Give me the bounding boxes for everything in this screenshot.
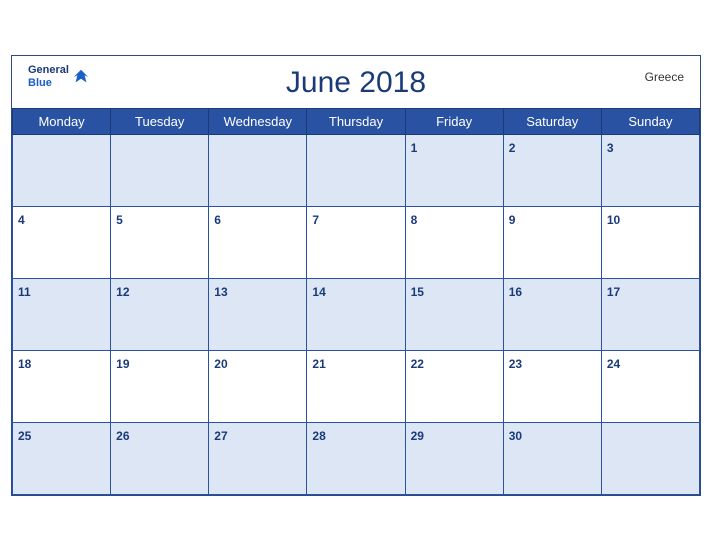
day-30: 30 <box>503 422 601 494</box>
day-number-15: 15 <box>411 285 424 299</box>
day-number-27: 27 <box>214 429 227 443</box>
logo-blue: Blue <box>28 77 52 89</box>
days-header-row: Monday Tuesday Wednesday Thursday Friday… <box>13 108 700 134</box>
day-number-30: 30 <box>509 429 522 443</box>
day-number-18: 18 <box>18 357 31 371</box>
day-7: 7 <box>307 206 405 278</box>
day-number-8: 8 <box>411 213 418 227</box>
header-monday: Monday <box>13 108 111 134</box>
header-sunday: Sunday <box>601 108 699 134</box>
day-number-16: 16 <box>509 285 522 299</box>
day-number-6: 6 <box>214 213 221 227</box>
day-number-23: 23 <box>509 357 522 371</box>
day-6: 6 <box>209 206 307 278</box>
empty-day <box>209 134 307 206</box>
calendar-header: General Blue June 2018 Greece <box>12 56 700 108</box>
day-25: 25 <box>13 422 111 494</box>
day-number-29: 29 <box>411 429 424 443</box>
day-21: 21 <box>307 350 405 422</box>
logo-general: General <box>28 64 69 76</box>
header-wednesday: Wednesday <box>209 108 307 134</box>
day-number-21: 21 <box>312 357 325 371</box>
logo: General Blue <box>28 64 90 90</box>
day-number-9: 9 <box>509 213 516 227</box>
day-11: 11 <box>13 278 111 350</box>
day-15: 15 <box>405 278 503 350</box>
empty-day <box>601 422 699 494</box>
day-number-13: 13 <box>214 285 227 299</box>
header-thursday: Thursday <box>307 108 405 134</box>
week-row-4: 18 19 20 21 22 23 24 <box>13 350 700 422</box>
day-number-7: 7 <box>312 213 319 227</box>
week-row-2: 4 5 6 7 8 9 10 <box>13 206 700 278</box>
day-19: 19 <box>111 350 209 422</box>
day-number-11: 11 <box>18 285 31 299</box>
week-row-5: 25 26 27 28 29 30 <box>13 422 700 494</box>
day-number-10: 10 <box>607 213 620 227</box>
day-number-12: 12 <box>116 285 129 299</box>
day-number-4: 4 <box>18 213 25 227</box>
day-1: 1 <box>405 134 503 206</box>
day-8: 8 <box>405 206 503 278</box>
day-14: 14 <box>307 278 405 350</box>
day-17: 17 <box>601 278 699 350</box>
header-tuesday: Tuesday <box>111 108 209 134</box>
day-28: 28 <box>307 422 405 494</box>
day-number-26: 26 <box>116 429 129 443</box>
month-title: June 2018 <box>286 66 426 100</box>
week-row-3: 11 12 13 14 15 16 17 <box>13 278 700 350</box>
day-number-17: 17 <box>607 285 620 299</box>
day-number-3: 3 <box>607 141 614 155</box>
day-number-14: 14 <box>312 285 325 299</box>
logo-bird-icon <box>72 68 90 86</box>
day-number-25: 25 <box>18 429 31 443</box>
calendar-body: 1234567891011121314151617181920212223242… <box>13 134 700 494</box>
day-10: 10 <box>601 206 699 278</box>
day-18: 18 <box>13 350 111 422</box>
day-number-5: 5 <box>116 213 123 227</box>
day-4: 4 <box>13 206 111 278</box>
day-23: 23 <box>503 350 601 422</box>
day-20: 20 <box>209 350 307 422</box>
day-number-22: 22 <box>411 357 424 371</box>
empty-day <box>307 134 405 206</box>
day-12: 12 <box>111 278 209 350</box>
day-16: 16 <box>503 278 601 350</box>
day-number-20: 20 <box>214 357 227 371</box>
header-friday: Friday <box>405 108 503 134</box>
header-saturday: Saturday <box>503 108 601 134</box>
day-27: 27 <box>209 422 307 494</box>
calendar-table: Monday Tuesday Wednesday Thursday Friday… <box>12 108 700 495</box>
country-label: Greece <box>645 70 684 84</box>
empty-day <box>13 134 111 206</box>
day-number-2: 2 <box>509 141 516 155</box>
day-5: 5 <box>111 206 209 278</box>
day-number-28: 28 <box>312 429 325 443</box>
day-9: 9 <box>503 206 601 278</box>
week-row-1: 1 2 3 <box>13 134 700 206</box>
day-number-1: 1 <box>411 141 418 155</box>
day-2: 2 <box>503 134 601 206</box>
empty-day <box>111 134 209 206</box>
day-26: 26 <box>111 422 209 494</box>
day-3: 3 <box>601 134 699 206</box>
day-number-19: 19 <box>116 357 129 371</box>
day-13: 13 <box>209 278 307 350</box>
day-22: 22 <box>405 350 503 422</box>
day-24: 24 <box>601 350 699 422</box>
day-number-24: 24 <box>607 357 620 371</box>
calendar: General Blue June 2018 Greece Monday Tue… <box>11 55 701 496</box>
day-29: 29 <box>405 422 503 494</box>
